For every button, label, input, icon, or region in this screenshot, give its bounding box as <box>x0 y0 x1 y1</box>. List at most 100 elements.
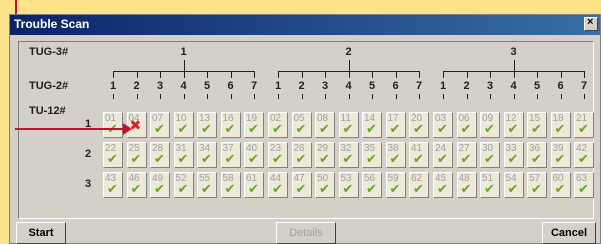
check-icon: ✔ <box>224 152 236 167</box>
tu12-cell[interactable]: 31 ✔ <box>173 142 194 168</box>
tree-line <box>136 71 138 78</box>
tu12-cell[interactable]: 50 ✔ <box>315 172 335 198</box>
tree-line <box>584 94 585 99</box>
tu12-cell[interactable]: 21 ✔ <box>574 112 594 138</box>
tree-line <box>537 71 538 78</box>
tug2-number: 2 <box>463 80 470 92</box>
check-icon: ✔ <box>507 122 519 137</box>
tu12-cell[interactable]: 62 ✔ <box>409 172 429 198</box>
tu12-cell[interactable]: 42 ✔ <box>574 142 594 168</box>
tu12-cell[interactable]: 07 ✔ <box>150 112 170 138</box>
tu12-cell[interactable]: 30 ✔ <box>480 142 500 168</box>
tu12-cell[interactable]: 22 ✔ <box>103 142 123 168</box>
tu12-cell[interactable]: 40 ✔ <box>244 142 264 168</box>
tu12-cell[interactable]: 59 ✔ <box>385 172 406 198</box>
tree-line <box>537 94 538 99</box>
check-icon: ✔ <box>154 122 165 137</box>
tu12-cell[interactable]: 58 ✔ <box>220 172 241 198</box>
tu12-cell[interactable]: 26 ✔ <box>291 142 312 168</box>
tu12-cell[interactable]: 33 ✔ <box>503 142 524 168</box>
tu12-cell[interactable]: 57 ✔ <box>527 172 547 198</box>
tug2-number: 7 <box>415 80 423 92</box>
tu12-cell[interactable]: 39 ✔ <box>550 142 571 168</box>
tree-line <box>443 94 444 99</box>
tu12-cell[interactable]: 24 ✔ <box>433 142 453 168</box>
tu12-cell[interactable]: 13 ✔ <box>197 112 217 138</box>
tu12-cell[interactable]: 03 ✔ <box>433 112 453 138</box>
tu12-cell[interactable]: 12 ✔ <box>503 112 524 138</box>
details-button[interactable]: Details <box>276 222 336 244</box>
tu12-cell[interactable]: 19 ✔ <box>244 112 264 138</box>
tu12-cell[interactable]: 52 ✔ <box>173 172 194 198</box>
tu12-cell[interactable]: 43 ✔ <box>103 172 123 198</box>
check-icon: ✔ <box>460 152 472 167</box>
tu12-cell[interactable]: 10 ✔ <box>173 112 194 138</box>
tree-line <box>183 71 185 78</box>
check-icon: ✔ <box>554 152 566 167</box>
tu12-cell[interactable]: 45 ✔ <box>433 172 453 198</box>
check-icon: ✔ <box>507 152 519 167</box>
check-icon: ✔ <box>460 122 472 137</box>
tu12-cell[interactable]: 37 ✔ <box>220 142 241 168</box>
tu12-cell[interactable]: 63 ✔ <box>574 172 594 198</box>
tu12-cell[interactable]: 05 ✔ <box>291 112 312 138</box>
tu12-cell[interactable]: 32 ✔ <box>338 142 359 168</box>
tu12-cell[interactable]: 25 ✔ <box>126 142 147 168</box>
tug2-number: 1 <box>109 80 117 92</box>
check-icon: ✔ <box>177 152 189 167</box>
title-bar: Trouble Scan × <box>10 15 600 35</box>
tu12-cell[interactable]: 27 ✔ <box>456 142 477 168</box>
tu12-cell[interactable]: 16 ✔ <box>220 112 241 138</box>
tu12-cell[interactable]: 15 ✔ <box>527 112 547 138</box>
check-icon: ✔ <box>484 152 495 167</box>
tu12-cell[interactable]: 54 ✔ <box>503 172 524 198</box>
check-icon: ✔ <box>389 152 401 167</box>
tu12-cell[interactable]: 01✔ <box>103 112 123 138</box>
check-icon: ✔ <box>437 152 448 167</box>
tu12-cell[interactable]: 47 ✔ <box>291 172 312 198</box>
tu12-cell[interactable]: 53 ✔ <box>338 172 359 198</box>
tug3-number: 1 <box>180 46 187 58</box>
tu12-cell[interactable]: 20 ✔ <box>409 112 429 138</box>
tu12-cell[interactable]: 38 ✔ <box>385 142 406 168</box>
tu12-cell[interactable]: 11 ✔ <box>338 112 359 138</box>
tree-line <box>443 71 444 78</box>
check-icon: ✔ <box>413 122 424 137</box>
tu12-cell[interactable]: 51 ✔ <box>480 172 500 198</box>
tu12-cell[interactable]: 09 ✔ <box>480 112 500 138</box>
tu12-cell[interactable]: 55 ✔ <box>197 172 217 198</box>
tree-line <box>490 71 491 78</box>
check-icon: ✔ <box>130 152 142 167</box>
tu12-cell[interactable]: 56 ✔ <box>362 172 382 198</box>
tu12-cell[interactable]: 46 ✔ <box>126 172 147 198</box>
tree-line <box>301 71 303 78</box>
tree-line <box>136 94 138 99</box>
tu12-cell[interactable]: 44 ✔ <box>268 172 288 198</box>
check-icon: ✔ <box>272 182 283 197</box>
tug3-number: 3 <box>510 46 517 58</box>
close-button[interactable]: × <box>584 16 598 31</box>
tu12-cell[interactable]: 41 ✔ <box>409 142 429 168</box>
cancel-button[interactable]: Cancel <box>542 222 596 244</box>
tu12-cell[interactable]: 14 ✔ <box>362 112 382 138</box>
tu12-cell[interactable]: 29 ✔ <box>315 142 335 168</box>
check-icon: ✔ <box>578 122 589 137</box>
tu12-cell[interactable]: 48 ✔ <box>456 172 477 198</box>
tu12-cell[interactable]: 06 ✔ <box>456 112 477 138</box>
tu12-cell[interactable]: 49 ✔ <box>150 172 170 198</box>
check-icon: ✔ <box>554 182 566 197</box>
tu12-cell[interactable]: 18 ✔ <box>550 112 571 138</box>
tu12-cell[interactable]: 23 ✔ <box>268 142 288 168</box>
tu12-cell[interactable]: 34 ✔ <box>197 142 217 168</box>
tu12-cell[interactable]: 35 ✔ <box>362 142 382 168</box>
start-button[interactable]: Start <box>16 222 66 244</box>
pointer-arrow-icon <box>123 123 132 135</box>
tu12-cell[interactable]: 60 ✔ <box>550 172 571 198</box>
tu12-cell[interactable]: 61 ✔ <box>244 172 264 198</box>
tu12-cell[interactable]: 36 ✔ <box>527 142 547 168</box>
tu12-cell[interactable]: 02 ✔ <box>268 112 288 138</box>
tu12-cell[interactable]: 17 ✔ <box>385 112 406 138</box>
tu12-cell[interactable]: 08 ✔ <box>315 112 335 138</box>
check-icon: ✔ <box>177 182 189 197</box>
tu12-cell[interactable]: 28 ✔ <box>150 142 170 168</box>
